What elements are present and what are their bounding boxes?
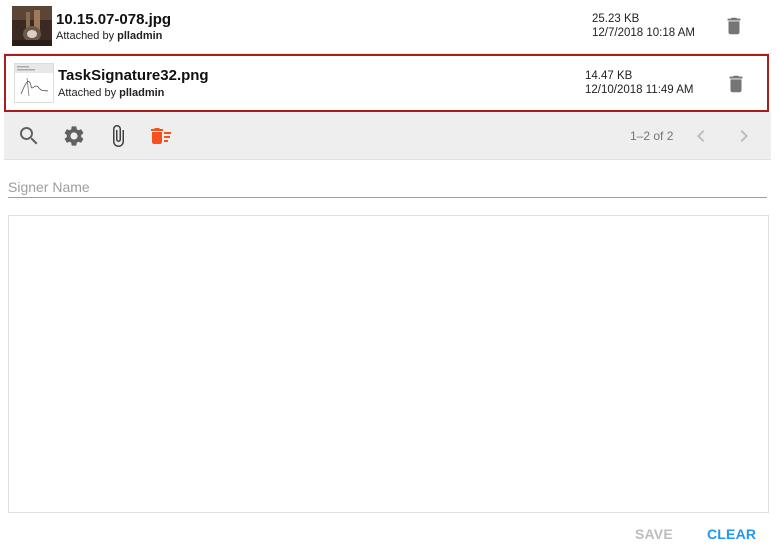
attachments-toolbar: 1–2 of 2 xyxy=(4,112,771,160)
signer-name-input[interactable] xyxy=(8,176,767,198)
search-icon xyxy=(20,127,38,145)
attached-by-user: plladmin xyxy=(119,87,165,99)
settings-button[interactable] xyxy=(62,124,86,148)
file-meta: 25.23 KB 12/7/2018 10:18 AM xyxy=(592,12,695,40)
attached-by-prefix: Attached by xyxy=(56,30,115,42)
attachment-row-selected[interactable]: TaskSignature32.png Attached by plladmin… xyxy=(4,54,769,112)
delete-all-button[interactable] xyxy=(149,124,173,148)
previous-page-button[interactable] xyxy=(689,124,713,148)
gear-icon xyxy=(64,126,84,146)
file-date: 12/7/2018 10:18 AM xyxy=(592,27,695,39)
delete-sweep-icon xyxy=(151,128,171,144)
file-name[interactable]: TaskSignature32.png xyxy=(58,67,209,84)
file-size: 14.47 KB xyxy=(585,70,633,82)
attached-by-prefix: Attached by xyxy=(58,87,117,99)
attached-by: Attached by plladmin xyxy=(56,30,162,42)
clear-button[interactable]: CLEAR xyxy=(707,526,756,542)
delete-attachment-button[interactable] xyxy=(723,14,745,38)
save-button[interactable]: SAVE xyxy=(635,526,673,542)
paperclip-icon xyxy=(113,125,124,147)
attach-file-button[interactable] xyxy=(106,124,130,148)
pager-range: 1–2 of 2 xyxy=(630,129,674,143)
attached-by-user: plladmin xyxy=(117,30,163,42)
search-button[interactable] xyxy=(17,124,41,148)
next-page-button[interactable] xyxy=(732,124,756,148)
trash-icon xyxy=(729,75,743,93)
file-meta: 14.47 KB 12/10/2018 11:49 AM xyxy=(585,69,694,97)
file-size: 25.23 KB xyxy=(592,13,640,25)
chevron-right-icon xyxy=(740,130,748,142)
chevron-left-icon xyxy=(697,130,705,142)
file-name[interactable]: 10.15.07-078.jpg xyxy=(56,11,171,28)
trash-icon xyxy=(727,17,741,35)
delete-attachment-button[interactable] xyxy=(725,72,747,96)
signature-pad[interactable] xyxy=(8,215,769,513)
attachment-row[interactable]: 10.15.07-078.jpg Attached by plladmin 25… xyxy=(4,0,769,52)
image-thumbnail[interactable] xyxy=(12,6,52,46)
signature-thumbnail[interactable] xyxy=(14,63,54,103)
attached-by: Attached by plladmin xyxy=(58,87,164,99)
file-date: 12/10/2018 11:49 AM xyxy=(585,84,694,96)
